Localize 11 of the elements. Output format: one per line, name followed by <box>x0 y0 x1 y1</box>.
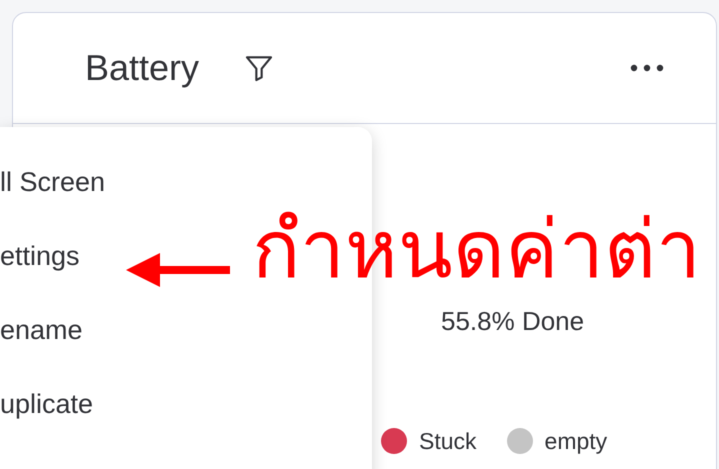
legend-label: Stuck <box>419 427 477 456</box>
more-icon[interactable] <box>630 64 664 72</box>
menu-item[interactable]: ettings <box>0 237 80 275</box>
annotation-text: กำหนดค่าต่า <box>252 208 701 292</box>
menu-item[interactable]: ll Screen <box>0 163 106 201</box>
arrow-icon <box>126 253 230 287</box>
menu-item[interactable]: ename <box>0 311 83 349</box>
progress-text: 55.8% Done <box>441 305 584 338</box>
legend-label: empty <box>544 427 608 456</box>
widget-title: Battery <box>85 46 200 90</box>
menu-item[interactable]: uplicate <box>0 385 94 423</box>
